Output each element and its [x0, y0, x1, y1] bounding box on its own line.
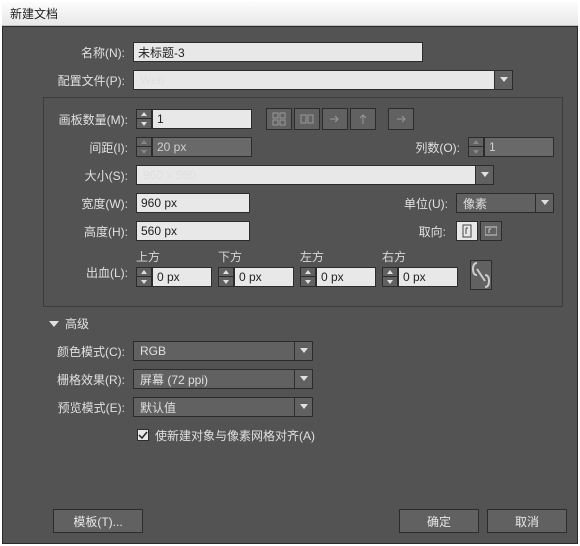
spacing-input: 20 px: [152, 137, 252, 157]
height-label: 高度(H):: [52, 223, 136, 240]
landscape-icon[interactable]: [480, 221, 502, 241]
dialog-body: 名称(N): 未标题-3 配置文件(P): Web 画板数量(M): 1: [2, 26, 578, 544]
align-label: 使新建对象与像素网格对齐(A): [155, 427, 315, 444]
artboards-spinner[interactable]: [136, 109, 152, 129]
columns-input: 1: [484, 137, 554, 157]
bleed-top-label: 上方: [136, 248, 212, 265]
bleed-bottom-input[interactable]: 0 px: [234, 267, 294, 287]
width-label: 宽度(W):: [52, 195, 136, 212]
columns-label: 列数(O):: [408, 139, 468, 156]
cancel-button[interactable]: 取消: [487, 509, 567, 533]
size-label: 大小(S):: [52, 167, 136, 184]
align-checkbox[interactable]: [137, 429, 149, 441]
bleed-left-input[interactable]: 0 px: [316, 267, 376, 287]
bleed-right-label: 右方: [382, 248, 458, 265]
chevron-down-icon: [49, 319, 59, 329]
advanced-label: 高级: [65, 315, 89, 332]
templates-button[interactable]: 模板(T)...: [53, 509, 143, 533]
units-label: 单位(U):: [396, 195, 456, 212]
arrow-right2-icon[interactable]: [388, 108, 414, 130]
name-label: 名称(N):: [43, 44, 133, 61]
bleed-left-label: 左方: [300, 248, 376, 265]
orientation-label: 取向:: [414, 223, 454, 240]
arrow-right-icon[interactable]: [322, 108, 348, 130]
bleed-right-input[interactable]: 0 px: [398, 267, 458, 287]
check-icon: [138, 430, 148, 440]
chevron-down-icon: [294, 398, 312, 416]
chevron-down-icon: [475, 166, 493, 184]
chevron-down-icon: [294, 342, 312, 360]
colormode-select[interactable]: RGB: [133, 341, 313, 361]
bleed-right-spinner[interactable]: [382, 267, 398, 287]
ok-button[interactable]: 确定: [399, 509, 479, 533]
grid-row-icon[interactable]: [294, 108, 320, 130]
artboards-input[interactable]: 1: [152, 109, 252, 129]
size-select[interactable]: 960 x 560: [136, 165, 494, 185]
raster-label: 栅格效果(R):: [43, 371, 133, 388]
profile-label: 配置文件(P):: [43, 72, 133, 89]
chevron-down-icon: [535, 194, 553, 212]
chevron-down-icon: [494, 71, 512, 89]
raster-select[interactable]: 屏幕 (72 ppi): [133, 369, 313, 389]
link-icon[interactable]: [470, 260, 492, 290]
preview-select[interactable]: 默认值: [133, 397, 313, 417]
preview-label: 预览模式(E):: [43, 399, 133, 416]
bleed-bottom-spinner[interactable]: [218, 267, 234, 287]
bleed-top-input[interactable]: 0 px: [152, 267, 212, 287]
window-title: 新建文档: [10, 5, 58, 22]
bleed-left-spinner[interactable]: [300, 267, 316, 287]
bleed-top-spinner[interactable]: [136, 267, 152, 287]
arrow-up-icon[interactable]: [350, 108, 376, 130]
chevron-down-icon: [294, 370, 312, 388]
titlebar: 新建文档: [2, 2, 578, 26]
spacing-spinner: [136, 137, 152, 157]
bleed-label: 出血(L):: [52, 248, 136, 281]
height-input[interactable]: 560 px: [136, 221, 250, 241]
bleed-bottom-label: 下方: [218, 248, 294, 265]
artboard-fieldset: 画板数量(M): 1 间距(I):: [43, 97, 563, 307]
columns-spinner: [468, 137, 484, 157]
advanced-disclosure[interactable]: 高级: [49, 315, 567, 332]
profile-select[interactable]: Web: [133, 70, 513, 90]
spacing-label: 间距(I):: [52, 139, 136, 156]
grid-rowcol-icon[interactable]: [266, 108, 292, 130]
portrait-icon[interactable]: [456, 221, 478, 241]
units-select[interactable]: 像素: [456, 193, 554, 213]
artboards-label: 画板数量(M):: [52, 111, 136, 128]
name-input[interactable]: 未标题-3: [133, 42, 423, 62]
width-input[interactable]: 960 px: [136, 193, 250, 213]
colormode-label: 颜色模式(C):: [43, 343, 133, 360]
